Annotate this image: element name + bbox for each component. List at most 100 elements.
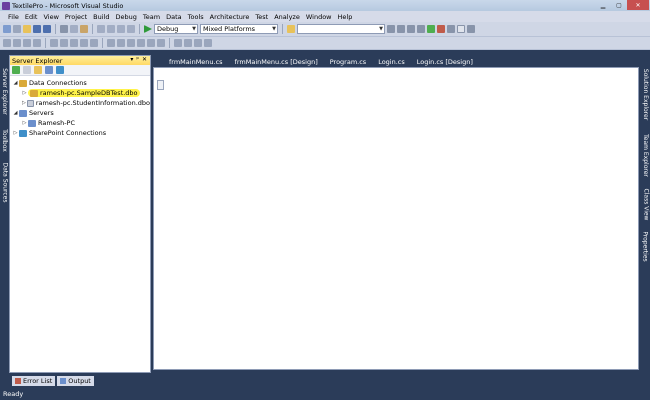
extension-manager-icon[interactable] — [437, 25, 445, 33]
tree-node-label: Ramesh-PC — [38, 119, 75, 127]
toolbar2-icon-7[interactable] — [70, 39, 78, 47]
toolbar2-icon-12[interactable] — [127, 39, 135, 47]
tab-program-cs[interactable]: Program.cs — [324, 56, 372, 67]
menu-project[interactable]: Project — [62, 13, 90, 21]
menu-help[interactable]: Help — [335, 13, 356, 21]
object-browser-icon[interactable] — [417, 25, 425, 33]
toolbar2-icon-16[interactable] — [174, 39, 182, 47]
tree-node-data-connections[interactable]: ◢ Data Connections — [10, 78, 150, 88]
tab-properties[interactable]: Properties — [641, 227, 650, 265]
new-project-icon[interactable] — [3, 25, 11, 33]
expander-icon[interactable]: ◢ — [12, 110, 19, 116]
tab-output[interactable]: Output — [57, 376, 94, 386]
tab-frmmainmenu-cs[interactable]: frmMainMenu.cs — [163, 56, 229, 67]
menu-team[interactable]: Team — [140, 13, 163, 21]
save-all-icon[interactable] — [43, 25, 51, 33]
tree-node-sharepoint-connections[interactable]: ▷ SharePoint Connections — [10, 128, 150, 138]
toolbar2-icon-8[interactable] — [80, 39, 88, 47]
add-item-icon[interactable] — [13, 25, 21, 33]
server-explorer-toolbar — [10, 65, 150, 76]
toolbar2-icon-15[interactable] — [157, 39, 165, 47]
menu-build[interactable]: Build — [90, 13, 112, 21]
menu-debug[interactable]: Debug — [113, 13, 140, 21]
toolbar2-icon-11[interactable] — [117, 39, 125, 47]
tree-node-studentinformation[interactable]: ▷ ramesh-pc.StudentInformation.dbo — [10, 98, 150, 108]
start-page-icon[interactable] — [447, 25, 455, 33]
tab-error-list[interactable]: Error List — [12, 376, 56, 386]
toolbar-options-icon[interactable] — [467, 25, 475, 33]
menu-analyze[interactable]: Analyze — [271, 13, 303, 21]
toolbar2-icon-9[interactable] — [90, 39, 98, 47]
connect-to-database-icon[interactable] — [34, 66, 42, 74]
toolbar2-icon-6[interactable] — [60, 39, 68, 47]
tab-login-design[interactable]: Login.cs [Design] — [411, 56, 479, 67]
tab-server-explorer[interactable]: Server Explorer — [0, 61, 9, 121]
connect-to-server-icon[interactable] — [45, 66, 53, 74]
toolbar2-icon-4[interactable] — [33, 39, 41, 47]
tab-toolbox[interactable]: Toolbox — [0, 123, 9, 157]
menu-test[interactable]: Test — [252, 13, 271, 21]
navigate-back-icon[interactable] — [117, 25, 125, 33]
toolbar2-icon-13[interactable] — [137, 39, 145, 47]
tab-frmmainmenu-design[interactable]: frmMainMenu.cs [Design] — [229, 56, 324, 67]
redo-icon[interactable] — [107, 25, 115, 33]
save-icon[interactable] — [33, 25, 41, 33]
minimize-button[interactable]: ▁ — [595, 0, 611, 10]
toolbar2-icon-1[interactable] — [3, 39, 11, 47]
menu-view[interactable]: View — [40, 13, 61, 21]
maximize-button[interactable]: ▢ — [611, 0, 627, 10]
expander-icon[interactable]: ▷ — [12, 130, 19, 136]
document-editor-area[interactable] — [153, 67, 639, 370]
toolbar2-icon-18[interactable] — [194, 39, 202, 47]
copy-icon[interactable] — [70, 25, 78, 33]
tree-node-sampledbtest[interactable]: ▷ ramesh-pc.SampleDBTest.dbo — [10, 88, 150, 98]
close-button[interactable]: ✕ — [627, 0, 649, 10]
tab-data-sources-label: Data Sources — [1, 162, 8, 202]
cut-icon[interactable] — [60, 25, 68, 33]
tab-team-explorer[interactable]: Team Explorer — [641, 129, 650, 181]
undo-icon[interactable] — [97, 25, 105, 33]
expander-icon[interactable]: ▷ — [21, 90, 28, 96]
tab-solution-explorer[interactable]: Solution Explorer — [641, 63, 650, 125]
panel-menu-icon[interactable]: ▾ — [130, 56, 133, 63]
menu-architecture[interactable]: Architecture — [207, 13, 253, 21]
start-debugging-icon[interactable] — [144, 25, 152, 33]
close-icon[interactable]: ✕ — [142, 56, 147, 63]
open-file-icon[interactable] — [23, 25, 31, 33]
expander-icon[interactable]: ▷ — [21, 100, 27, 106]
find-icon[interactable] — [387, 25, 395, 33]
tree-node-servers[interactable]: ◢ Servers — [10, 108, 150, 118]
menu-window[interactable]: Window — [303, 13, 335, 21]
command-window-icon[interactable] — [457, 25, 465, 33]
find-combo[interactable]: ▼ — [297, 24, 385, 34]
solution-platform-dropdown[interactable]: Mixed Platforms ▼ — [200, 24, 278, 34]
menu-file[interactable]: File — [5, 13, 22, 21]
toolbar2-icon-19[interactable] — [204, 39, 212, 47]
toolbar2-icon-2[interactable] — [13, 39, 21, 47]
toolbar2-icon-14[interactable] — [147, 39, 155, 47]
properties-icon[interactable] — [407, 25, 415, 33]
menu-tools[interactable]: Tools — [185, 13, 207, 21]
toolbox-icon[interactable] — [427, 25, 435, 33]
solution-configuration-dropdown[interactable]: Debug ▼ — [154, 24, 198, 34]
pin-icon[interactable]: ᵖ — [136, 56, 139, 63]
tree-node-ramesh-pc[interactable]: ▷ Ramesh-PC — [10, 118, 150, 128]
menu-edit[interactable]: Edit — [22, 13, 41, 21]
toolbar2-icon-17[interactable] — [184, 39, 192, 47]
menu-data[interactable]: Data — [163, 13, 185, 21]
tab-class-view[interactable]: Class View — [641, 185, 650, 223]
toolbar2-icon-3[interactable] — [23, 39, 31, 47]
refresh-icon[interactable] — [12, 66, 20, 74]
expander-icon[interactable]: ▷ — [21, 120, 28, 126]
stop-refresh-icon[interactable] — [23, 66, 31, 74]
connect-to-sharepoint-icon[interactable] — [56, 66, 64, 74]
tab-data-sources[interactable]: Data Sources — [0, 159, 9, 205]
navigate-forward-icon[interactable] — [127, 25, 135, 33]
toolbar2-icon-10[interactable] — [107, 39, 115, 47]
paste-icon[interactable] — [80, 25, 88, 33]
toolbar2-icon-5[interactable] — [50, 39, 58, 47]
tab-login-cs[interactable]: Login.cs — [372, 56, 411, 67]
solution-explorer-icon[interactable] — [397, 25, 405, 33]
expander-icon[interactable]: ◢ — [12, 80, 19, 86]
find-in-files-icon[interactable] — [287, 25, 295, 33]
